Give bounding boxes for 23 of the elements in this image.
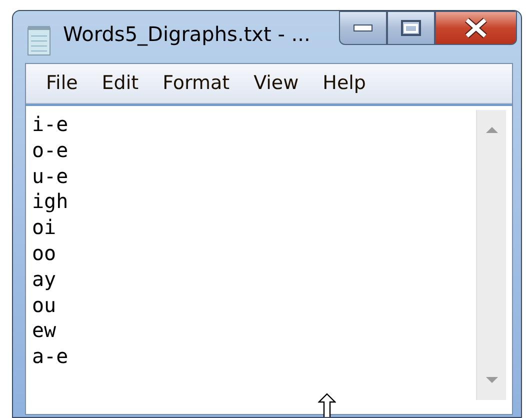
maximize-icon <box>401 20 421 36</box>
menu-item[interactable]: File <box>38 65 86 102</box>
menu-item[interactable]: Format <box>154 65 238 102</box>
menu-item[interactable]: Edit <box>94 65 147 102</box>
text-line: i-e <box>32 112 68 138</box>
text-line: oi <box>32 215 56 241</box>
text-line: a-e <box>32 344 68 370</box>
text-line: ou <box>32 292 56 318</box>
maximize-button[interactable] <box>387 11 435 45</box>
text-line: oo <box>32 240 56 267</box>
window-title: Words5_Digraphs.txt - ... <box>63 21 310 48</box>
menu-item[interactable]: Help <box>314 65 374 102</box>
text-line: u-e <box>32 164 68 190</box>
text-line: o-e <box>32 138 68 164</box>
close-icon <box>463 17 489 39</box>
text-line: igh <box>32 189 68 216</box>
text-line: ay <box>32 266 56 293</box>
close-button[interactable] <box>435 11 517 45</box>
minimize-button[interactable] <box>339 11 387 45</box>
text-line: ew <box>32 318 56 344</box>
minimize-icon <box>353 24 373 32</box>
notepad-icon <box>25 25 53 57</box>
menu-item[interactable]: View <box>246 65 307 102</box>
